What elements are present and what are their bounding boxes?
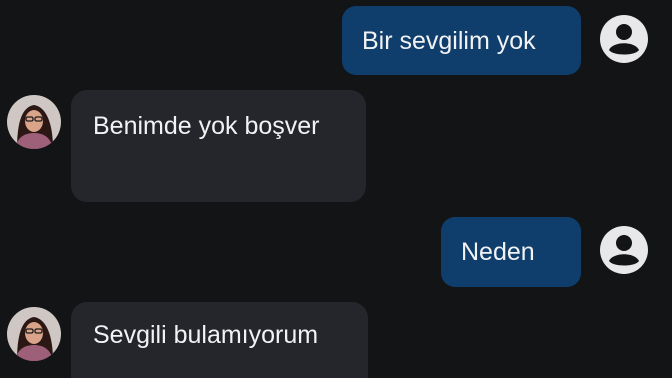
contact-avatar[interactable] (7, 307, 61, 361)
contact-avatar[interactable] (7, 95, 61, 149)
message-text: Benimde yok boşver (93, 112, 320, 140)
message-text: Bir sevgilim yok (362, 27, 536, 55)
message-bubble-received[interactable]: Benimde yok boşver (71, 90, 366, 202)
user-avatar-icon[interactable] (600, 15, 648, 63)
message-bubble-received[interactable]: Sevgili bulamıyorum (71, 302, 368, 378)
user-avatar-icon[interactable] (600, 226, 648, 274)
message-text: Neden (461, 238, 535, 266)
chat-screen: { "chat": { "messages": [ {"direction": … (0, 0, 672, 378)
message-bubble-sent[interactable]: Bir sevgilim yok (342, 6, 581, 75)
message-text: Sevgili bulamıyorum (93, 321, 319, 349)
message-bubble-sent[interactable]: Neden (441, 217, 581, 287)
